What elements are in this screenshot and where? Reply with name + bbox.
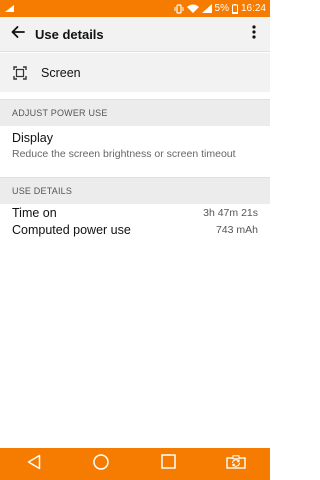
app-name: Screen: [41, 65, 81, 80]
detail-value: 743 mAh: [215, 223, 258, 236]
nav-back-button[interactable]: [14, 448, 54, 480]
detail-label: Time on: [12, 205, 57, 220]
nav-recents-icon: [161, 454, 176, 474]
display-item-subtitle: Reduce the screen brightness or screen t…: [12, 148, 236, 160]
vibrate-icon: [174, 3, 184, 14]
section-header-use-details: USE DETAILS: [0, 177, 270, 204]
signal-icon: [201, 4, 212, 13]
screen-icon: [0, 65, 40, 81]
nav-back-icon: [27, 454, 41, 475]
detail-row-time-on: Time on 3h 47m 21s: [0, 204, 270, 221]
nav-home-icon: [93, 453, 109, 475]
page-title: Use details: [35, 26, 104, 42]
more-vert-icon: [252, 25, 256, 44]
nav-switch-sim-button[interactable]: [216, 448, 256, 480]
nav-home-button[interactable]: [81, 448, 121, 480]
detail-label: Computed power use: [12, 222, 131, 237]
status-right: 5% 16:24: [174, 0, 266, 17]
display-item-title: Display: [12, 131, 53, 145]
back-arrow-icon: [11, 25, 25, 43]
notification-icon: [4, 4, 15, 13]
overflow-menu-button[interactable]: [244, 17, 264, 52]
battery-percent: 5%: [214, 3, 229, 14]
battery-icon: [231, 3, 238, 14]
section-header-adjust: ADJUST POWER USE: [0, 99, 270, 126]
detail-value: 3h 47m 21s: [203, 206, 258, 219]
status-bar: 5% 16:24: [0, 0, 270, 17]
status-time: 16:24: [240, 3, 266, 14]
app-header-row: Screen: [0, 53, 270, 92]
status-left: [4, 4, 15, 13]
app-bar: Use details: [0, 17, 270, 52]
navigation-bar: [0, 448, 270, 480]
screen-rotate-icon: [226, 454, 246, 474]
wifi-icon: [186, 4, 199, 13]
back-button[interactable]: [2, 17, 34, 52]
display-item[interactable]: Display Reduce the screen brightness or …: [0, 131, 270, 169]
nav-recents-button[interactable]: [149, 448, 189, 480]
detail-row-computed-power: Computed power use 743 mAh: [0, 221, 270, 238]
